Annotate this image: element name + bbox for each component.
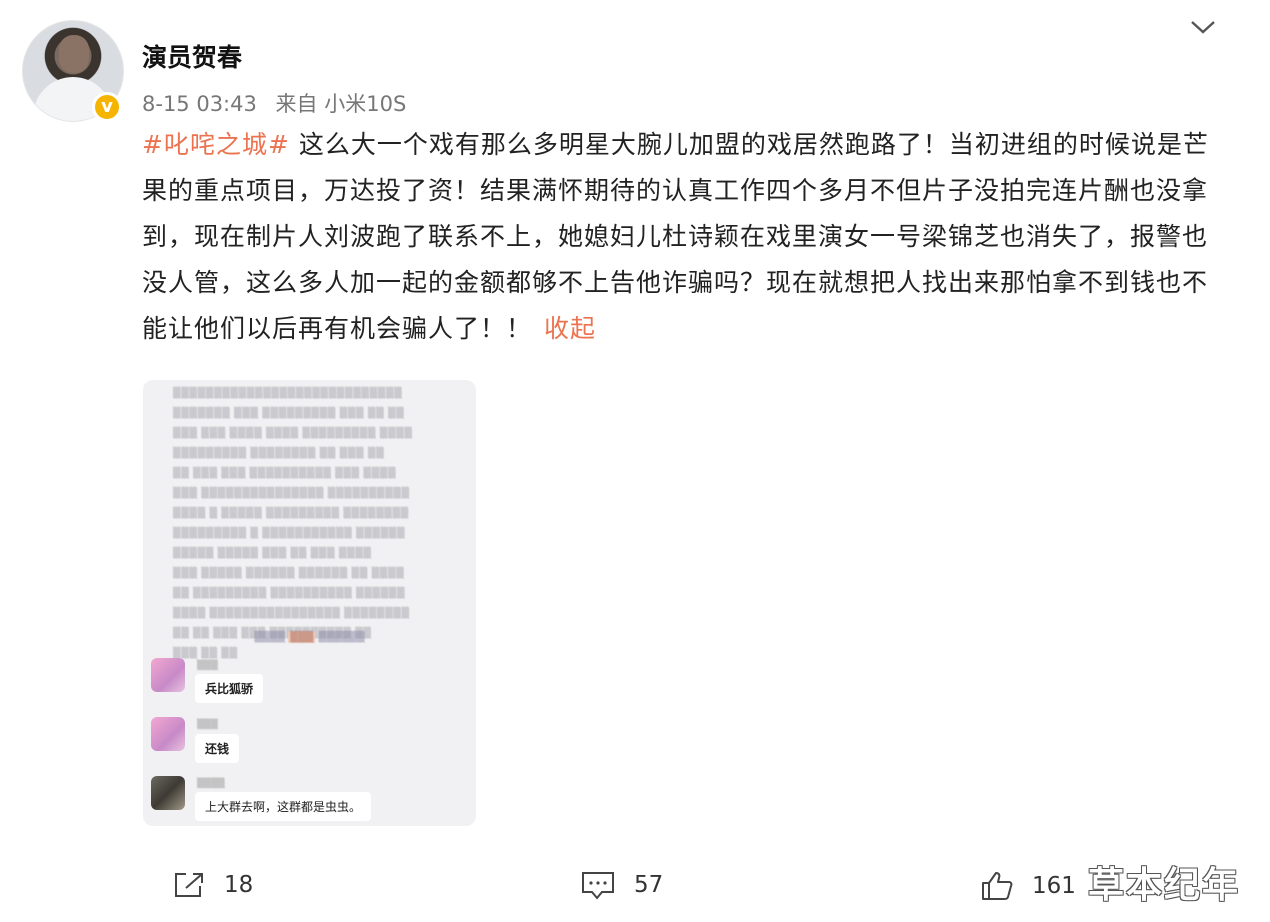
comment-icon	[582, 872, 614, 900]
post-text: 这么大一个戏有那么多明星大腕儿加盟的戏居然跑路了！当初进组的时候说是芒果的重点项…	[142, 130, 1209, 343]
post-time: 8-15 03:43	[142, 92, 257, 116]
chat-avatar	[151, 658, 185, 692]
chat-message: 兵比狐骄	[195, 674, 264, 703]
post-action-bar: 18 57 161	[0, 860, 1270, 910]
like-icon	[982, 872, 1013, 900]
attached-chat-screenshot[interactable]: ▒▒▒▒▒▒▒▒▒▒▒▒▒▒▒▒▒▒▒▒▒▒▒▒▒▒▒▒ ▒▒▒▒▒▒▒ ▒▒▒…	[143, 380, 476, 826]
like-count: 161	[1032, 873, 1076, 899]
chat-avatar	[151, 776, 185, 810]
chat-avatar	[151, 717, 185, 751]
chat-sender: ▒▒▒	[197, 661, 218, 671]
avatar-face	[59, 35, 89, 73]
repost-count: 18	[224, 872, 254, 898]
repost-button[interactable]: 18	[172, 870, 253, 900]
verified-badge-icon: v	[92, 92, 122, 122]
post-body: #叱咤之城# 这么大一个戏有那么多明星大腕儿加盟的戏居然跑路了！当初进组的时候说…	[142, 122, 1232, 352]
chat-message: 还钱	[195, 734, 240, 763]
post-source: 来自 小米10S	[275, 92, 407, 116]
collapse-link[interactable]: 收起	[544, 314, 596, 343]
hashtag-link[interactable]: #叱咤之城#	[142, 130, 290, 159]
chat-sender: ▒▒▒	[197, 720, 218, 730]
post-meta: 8-15 03:43 来自 小米10S	[142, 88, 418, 118]
watermark: 草本纪年	[1088, 865, 1241, 906]
chat-message: 上大群去啊，这群都是虫虫。	[195, 792, 372, 821]
chat-sender: ▒▒▒▒	[197, 779, 225, 789]
like-button[interactable]: 161	[980, 870, 1076, 902]
comment-count: 57	[634, 872, 664, 898]
chevron-down-icon[interactable]	[1188, 14, 1218, 40]
blurred-text-block: ▒▒▒▒▒▒▒▒▒▒▒▒▒▒▒▒▒▒▒▒▒▒▒▒▒▒▒▒ ▒▒▒▒▒▒▒ ▒▒▒…	[173, 388, 413, 659]
comment-button[interactable]: 57	[580, 870, 663, 900]
repost-icon	[175, 873, 203, 897]
author-name[interactable]: 演员贺春	[142, 38, 242, 74]
group-join-notice: ▒▒▒▒ ▒▒▒ ▒▒▒▒▒▒	[254, 632, 365, 643]
